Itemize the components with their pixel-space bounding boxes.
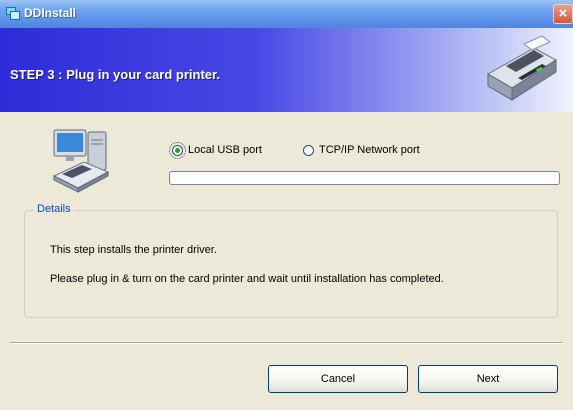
install-progress-bar bbox=[169, 171, 560, 185]
detail-line-instructions: Please plug in & turn on the card printe… bbox=[50, 273, 444, 285]
local-usb-radio[interactable] bbox=[169, 141, 186, 159]
next-button[interactable]: Next bbox=[418, 365, 558, 393]
installer-window: DDInstall × STEP 3 : Plug in your card p… bbox=[0, 0, 573, 410]
title-bar[interactable]: DDInstall × bbox=[0, 0, 573, 28]
app-icon bbox=[6, 7, 20, 20]
computer-printer-icon bbox=[52, 129, 110, 193]
detail-line-driver: This step installs the printer driver. bbox=[50, 244, 217, 256]
close-button[interactable]: × bbox=[553, 4, 573, 24]
tcpip-network-radio[interactable] bbox=[303, 144, 314, 156]
step-header: STEP 3 : Plug in your card printer. bbox=[0, 28, 573, 112]
card-printer-icon bbox=[486, 35, 557, 101]
cancel-button[interactable]: Cancel bbox=[268, 365, 408, 393]
details-legend: Details bbox=[34, 203, 74, 215]
tcpip-network-option[interactable]: TCP/IP Network port bbox=[303, 142, 420, 158]
step-title: STEP 3 : Plug in your card printer. bbox=[10, 67, 220, 82]
window-title: DDInstall bbox=[24, 6, 77, 20]
local-usb-label[interactable]: Local USB port bbox=[188, 144, 262, 156]
footer-separator bbox=[10, 342, 563, 344]
local-usb-option[interactable]: Local USB port bbox=[169, 141, 262, 159]
tcpip-network-label[interactable]: TCP/IP Network port bbox=[319, 144, 420, 156]
details-groupbox bbox=[24, 210, 558, 318]
